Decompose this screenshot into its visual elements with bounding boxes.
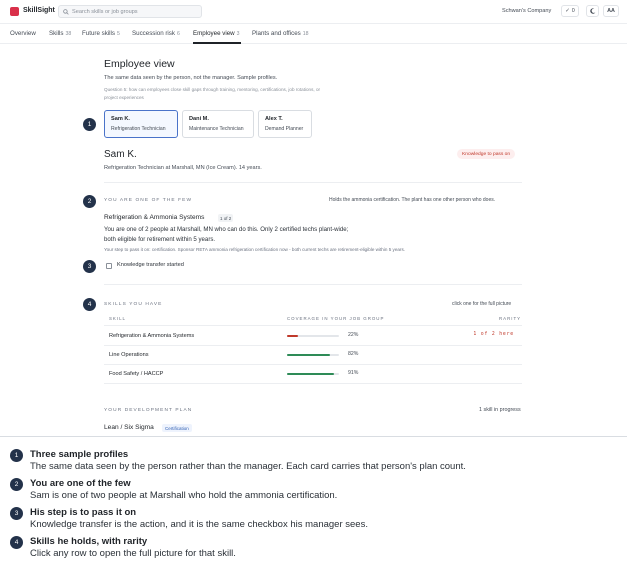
section-note: Holds the ammonia certification. The pla… [329,197,496,203]
page-title: Employee view [104,58,175,70]
rare-skill-title: Refrigeration & Ammonia Systems [104,214,205,221]
step-marker-2: 2 [83,195,96,208]
profile-card-role: Demand Planner [265,126,304,132]
tab-plants-and-offices[interactable]: Plants and offices 18 [252,30,309,37]
status-badge: Knowledge to pass on [457,149,516,159]
explainer-title: Three sample profiles [30,449,129,460]
column-header-coverage: Coverage in your job group [287,316,385,321]
tab-succession-risk[interactable]: Succession risk 6 [132,30,180,37]
check-icon: ✓ [565,8,570,14]
table-header-divider [104,325,522,326]
explainer-item: Skills he holds, with rarity Click any r… [30,536,620,560]
profile-meta: Refrigeration Technician at Marshall, MN… [104,165,262,171]
question-text: Question 5: how can employees close skil… [104,86,324,102]
skills-section-hint: click one for the full picture [452,301,512,307]
check-button[interactable]: ✓ 0 [561,5,579,17]
tab-future-skills[interactable]: Future skills 5 [82,30,120,37]
coverage-bar [287,373,339,375]
skill-row[interactable]: Food Safety / HACCP 91% [104,365,522,384]
company-name: Schwan's Company [502,8,552,14]
profile-card-sam[interactable]: Sam K. Refrigeration Technician [104,110,178,138]
skill-row-name: Line Operations [109,352,149,358]
tab-overview[interactable]: Overview [10,30,36,37]
step-marker-1: 1 [83,118,96,131]
profile-card-alex[interactable]: Alex T. Demand Planner [258,110,312,138]
explainer-marker-3: 3 [10,507,23,520]
explainer-text: Click any row to open the full picture f… [30,548,236,559]
explainer-title: His step is to pass it on [30,507,137,518]
search-placeholder: Search skills or job groups [72,8,138,15]
tab-employee-view[interactable]: Employee view 3 [193,30,240,37]
profile-card-name: Dani M. [189,116,209,122]
coverage-bar-fill [287,373,335,375]
app-name[interactable]: SkillSight [23,7,55,14]
coverage-value: 22% [348,332,359,338]
column-header-rarity: Rarity [499,316,522,321]
explainer-text: Sam is one of two people at Marshall who… [30,490,338,501]
explainer-marker-1: 1 [10,449,23,462]
skills-section-kicker: Skills you have [104,302,163,307]
explainer-item: His step is to pass it on Knowledge tran… [30,507,620,531]
explainer-title: You are one of the few [30,478,131,489]
rare-skill-tag: 1 of 2 [218,214,234,222]
explainer-item: Three sample profiles The same data seen… [30,449,620,473]
explainer-text: Knowledge transfer is the action, and it… [30,519,368,530]
knowledge-transfer-checkbox[interactable] [106,263,112,269]
question-body: how can employees close skill gaps throu… [104,87,321,100]
development-plan-item[interactable]: Lean / Six Sigma [104,424,154,431]
tab-bar: Overview Skills 38 Future skills 5 Success… [0,24,627,44]
explainer-marker-4: 4 [10,536,23,549]
coverage-value: 91% [348,370,359,376]
profile-card-name: Sam K. [111,116,130,122]
profile-card-dani[interactable]: Dani M. Maintenance Technician [182,110,254,138]
text-size-button[interactable]: AA [603,5,619,17]
skill-row-name: Food Safety / HACCP [109,371,164,377]
coverage-bar-fill [287,335,299,337]
coverage-bar [287,335,339,337]
coverage-value: 82% [348,351,359,357]
rarity-value: 1 of 2 here [473,332,514,337]
moon-icon [589,8,595,14]
check-count: 0 [571,8,575,14]
step-marker-3: 3 [83,260,96,273]
search-icon [63,8,69,15]
development-plan-status: 1 skill in progress [479,407,521,413]
knowledge-transfer-label[interactable]: Knowledge transfer started [117,262,184,268]
search-input[interactable]: Search skills or job groups [58,5,202,18]
tab-skills[interactable]: Skills 38 [49,30,71,37]
profile-name-heading: Sam K. [104,149,137,160]
column-header-skill: Skill [109,316,126,321]
coverage-bar-fill [287,354,330,356]
divider [104,182,522,183]
skill-row[interactable]: Refrigeration & Ammonia Systems 22% 1 of… [104,327,522,346]
coverage-bar [287,354,339,356]
theme-toggle-button[interactable] [586,5,599,17]
development-plan-tag: Certification [162,424,192,432]
skill-row[interactable]: Line Operations 82% [104,346,522,365]
step-marker-4: 4 [83,298,96,311]
section-kicker: You are one of the few [104,198,193,203]
development-plan-kicker: Your development plan [104,408,193,413]
rare-skill-detail: Your step to pass it on: certification. … [104,247,406,252]
rare-skill-paragraph: You are one of 2 people at Marshall, MN … [104,226,349,243]
page-subtitle: The same data seen by the person, not th… [104,75,278,81]
divider [104,284,522,285]
main-content: Employee view The same data seen by the … [0,44,627,436]
logo-icon [10,7,19,16]
profile-card-role: Maintenance Technician [189,126,244,132]
explainer-panel: 1 Three sample profiles The same data se… [0,436,627,573]
explainer-title: Skills he holds, with rarity [30,536,148,547]
skill-row-name: Refrigeration & Ammonia Systems [109,333,195,339]
explainer-item: You are one of the few Sam is one of two… [30,478,620,502]
explainer-marker-2: 2 [10,478,23,491]
profile-card-name: Alex T. [265,116,283,122]
explainer-text: The same data seen by the person rather … [30,461,466,472]
top-bar: SkillSight Search skills or job groups S… [0,0,627,24]
profile-card-role: Refrigeration Technician [111,126,166,132]
question-label: Question 5: [104,87,128,92]
